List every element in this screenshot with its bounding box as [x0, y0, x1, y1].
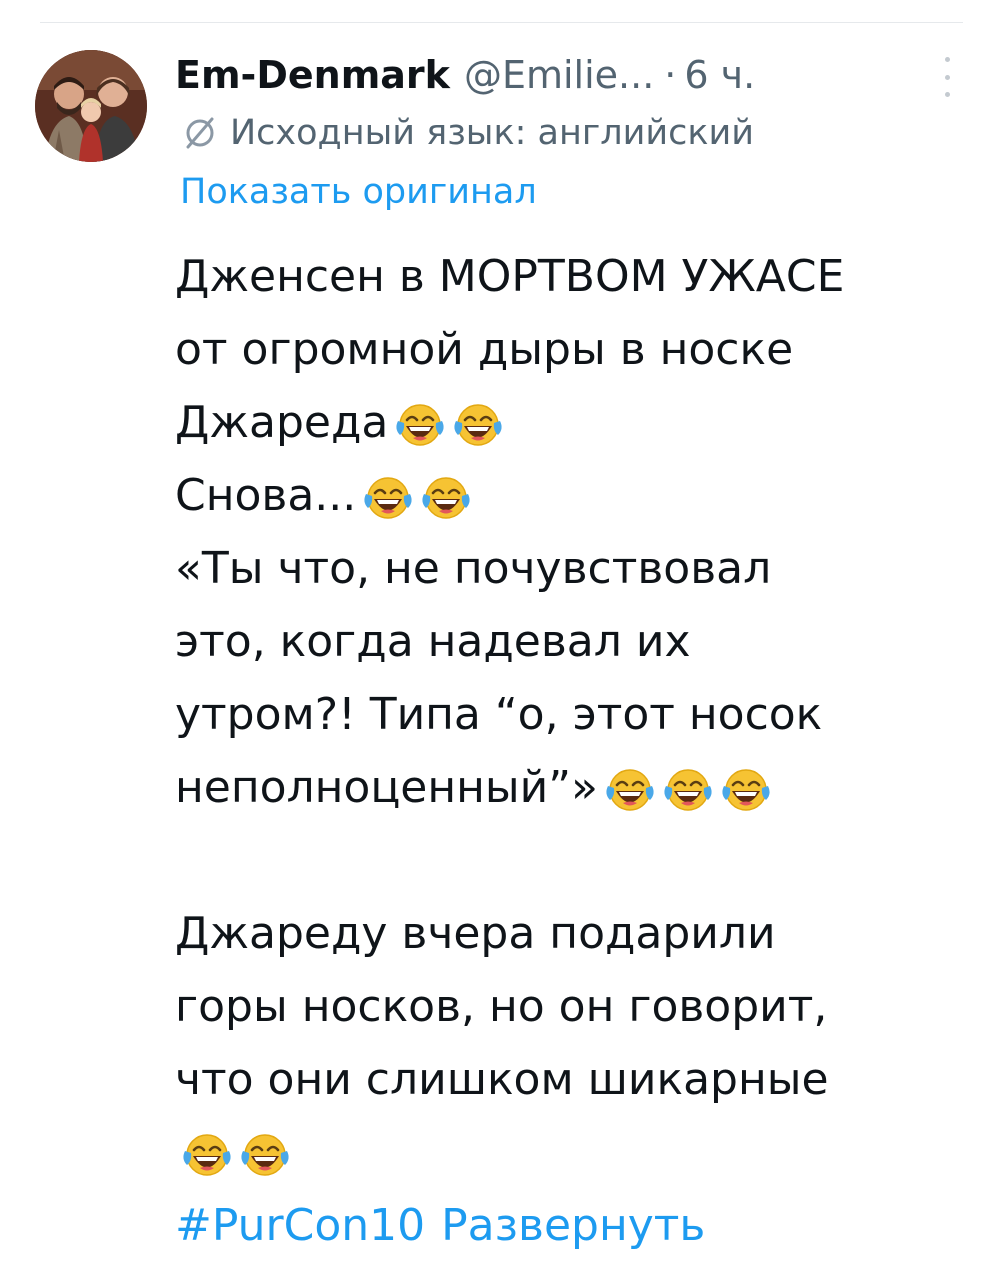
text-line-content: утром?! Типа “о, этот носок: [175, 689, 823, 740]
translate-icon: [186, 117, 214, 149]
text-line-content: неполноценный”»: [175, 762, 598, 813]
more-dot-icon: [944, 74, 950, 80]
user-handle[interactable]: @Emilie...: [464, 53, 654, 97]
face-with-tears-of-joy-icon: [452, 401, 504, 449]
text-line-content: Джареда: [175, 397, 389, 448]
face-with-tears-of-joy-icon: [662, 766, 714, 814]
expand-link[interactable]: Развернуть: [441, 1189, 705, 1262]
text-line: неполноценный”»: [175, 751, 975, 824]
text-line-content: это, когда надевал их: [175, 616, 691, 667]
text-line: это, когда надевал их: [175, 605, 975, 678]
show-original-link[interactable]: Показать оригинал: [180, 172, 537, 212]
display-name[interactable]: Em-Denmark: [175, 53, 450, 97]
text-line: утром?! Типа “о, этот носок: [175, 678, 975, 751]
text-line: от огромной дыры в носке: [175, 313, 975, 386]
text-line: Дженсен в МОРТВОМ УЖАСЕ: [175, 240, 975, 313]
tweet-header: Em-Denmark @Emilie... · 6 ч.: [175, 45, 755, 105]
text-line-content: горы носков, но он говорит,: [175, 981, 828, 1032]
text-line: Джареда: [175, 386, 975, 459]
avatar[interactable]: [35, 50, 147, 162]
text-line: «Ты что, не почувствовал: [175, 532, 975, 605]
face-with-tears-of-joy-icon: [604, 766, 656, 814]
timestamp[interactable]: 6 ч.: [684, 53, 755, 97]
text-line: горы носков, но он говорит,: [175, 970, 975, 1043]
text-line-content: Снова...: [175, 470, 357, 521]
more-dot-icon: [944, 57, 950, 62]
text-line-content: Дженсен в МОРТВОМ УЖАСЕ: [175, 251, 845, 302]
hashtag-link[interactable]: #PurCon10: [175, 1189, 425, 1262]
text-line: что они слишком шикарные: [175, 1043, 975, 1116]
text-line-content: что они слишком шикарные: [175, 1054, 829, 1105]
face-with-tears-of-joy-icon: [720, 766, 772, 814]
more-options-button[interactable]: [932, 57, 962, 97]
text-line-content: от огромной дыры в носке: [175, 324, 794, 375]
face-with-tears-of-joy-icon: [362, 474, 414, 522]
face-with-tears-of-joy-icon: [420, 474, 472, 522]
text-line: Снова...: [175, 459, 975, 532]
separator-dot: ·: [664, 53, 677, 97]
tweet-footer: #PurCon10 Развернуть: [175, 1189, 975, 1262]
more-dot-icon: [944, 92, 950, 97]
avatar-photo: [35, 50, 147, 162]
translation-notice: Исходный язык: английский: [182, 108, 754, 158]
text-line-content: «Ты что, не почувствовал: [175, 543, 772, 594]
tweet-text: Дженсен в МОРТВОМ УЖАСЕ от огромной дыры…: [175, 240, 975, 1262]
face-with-tears-of-joy-icon: [239, 1131, 291, 1179]
text-line: Джареду вчера подарили: [175, 897, 975, 970]
source-language-label: Исходный язык: английский: [230, 113, 754, 153]
face-with-tears-of-joy-icon: [181, 1131, 233, 1179]
text-line: [175, 1116, 975, 1189]
tweet[interactable]: Em-Denmark @Emilie... · 6 ч. Исходный яз…: [0, 0, 1003, 1280]
face-with-tears-of-joy-icon: [394, 401, 446, 449]
text-line-content: Джареду вчера подарили: [175, 908, 776, 959]
